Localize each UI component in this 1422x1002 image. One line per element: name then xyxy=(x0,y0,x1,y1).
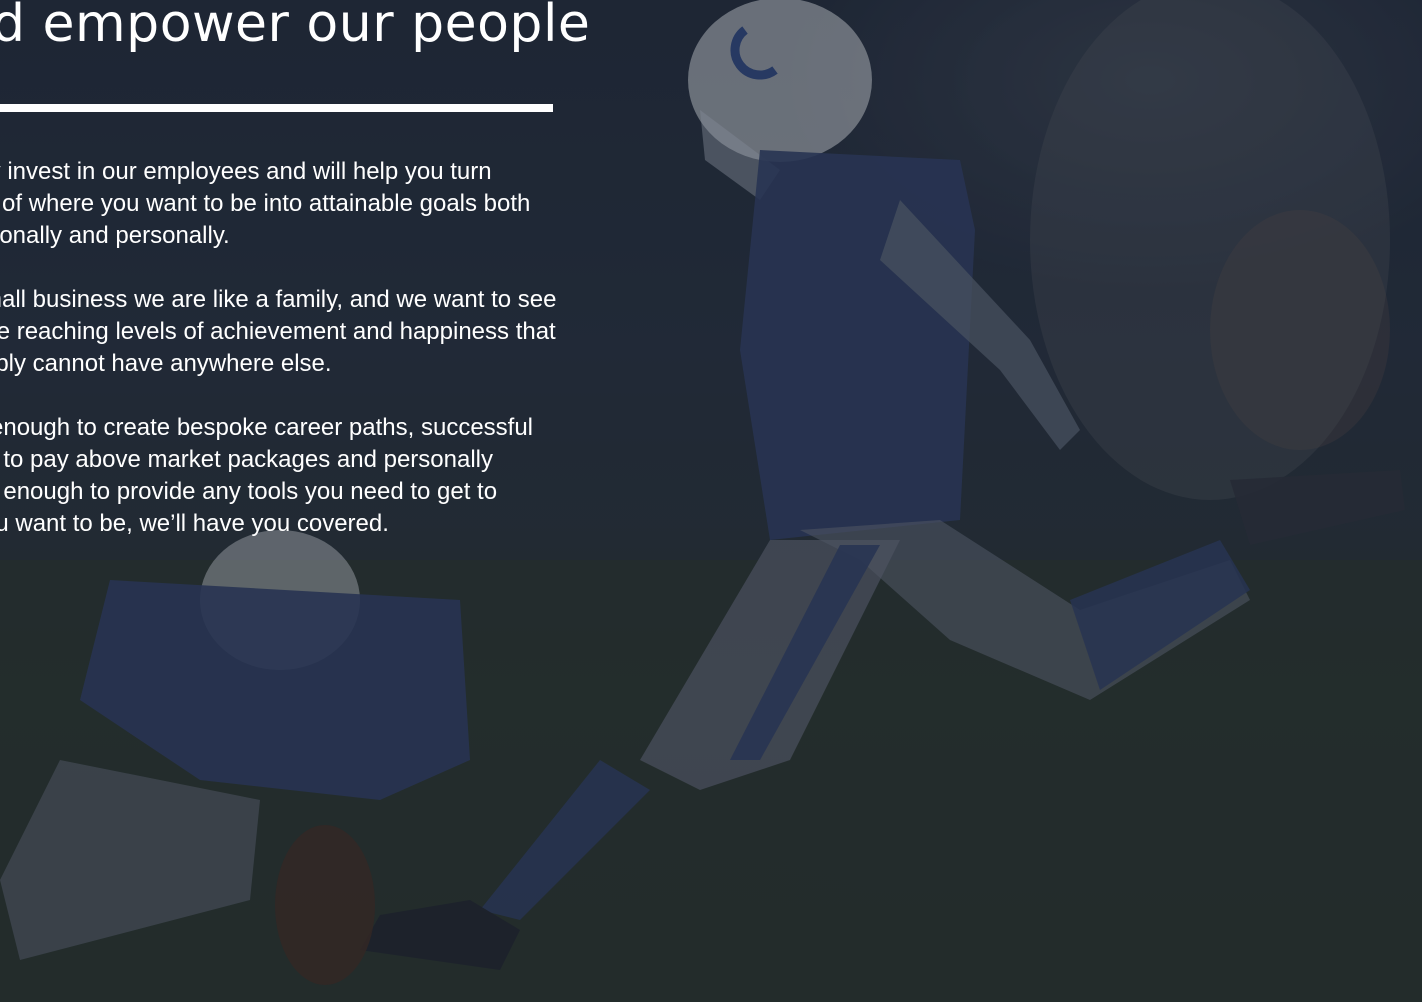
text-line: imply cannot have anywhere else. xyxy=(0,350,332,377)
paragraph-1: uly invest in our employees and will hel… xyxy=(0,156,660,252)
text-line: small business we are like a family, and… xyxy=(0,286,557,313)
text-line: ed enough to provide any tools you need … xyxy=(0,478,498,505)
paragraph-2: small business we are like a family, and… xyxy=(0,284,660,380)
heading-underline xyxy=(0,104,553,112)
text-line: you want to be, we’ll have you covered. xyxy=(0,510,389,537)
text-line: gh to pay above market packages and pers… xyxy=(0,446,493,473)
paragraph-3: e enough to create bespoke career paths,… xyxy=(0,412,660,540)
text-line: ns of where you want to be into attainab… xyxy=(0,190,531,217)
text-line: one reaching levels of achievement and h… xyxy=(0,318,556,345)
section-heading: d empower our people xyxy=(0,0,591,54)
body-copy: uly invest in our employees and will hel… xyxy=(0,156,660,572)
text-line: e enough to create bespoke career paths,… xyxy=(0,414,534,441)
text-line: ssionally and personally. xyxy=(0,222,230,249)
text-line: uly invest in our employees and will hel… xyxy=(0,158,492,185)
